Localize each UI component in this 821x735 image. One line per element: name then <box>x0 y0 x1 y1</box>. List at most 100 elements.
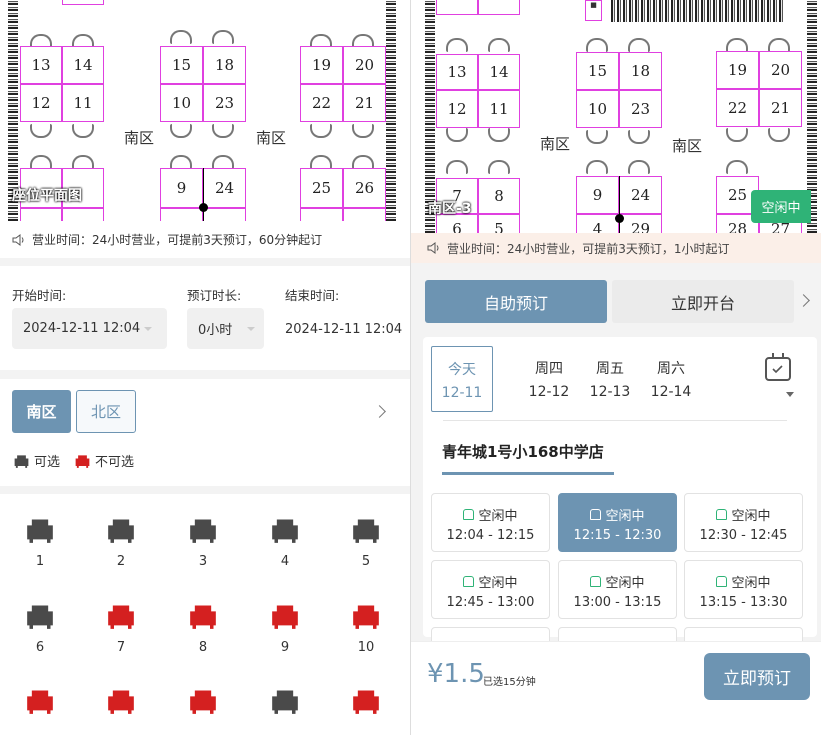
slot-status: 空闲中 <box>478 509 518 524</box>
calendar-icon[interactable] <box>765 353 791 381</box>
seat-9: 9 <box>265 602 305 682</box>
slot-status: 空闲中 <box>731 576 771 591</box>
zone-label-south: 南区 <box>124 129 155 147</box>
divider <box>443 420 787 421</box>
zone-tab-south[interactable]: 南区 <box>12 390 71 433</box>
seat-grid: 1 2 3 4 5 6 7 8 9 10 <box>0 494 410 735</box>
day-date: 12-13 <box>589 384 631 400</box>
status-badge: 空闲中 <box>751 190 811 223</box>
right-panel: ■ 13 14 12 11 15 18 10 23 19 20 22 21 南区… <box>410 0 821 735</box>
time-slot[interactable]: 空闲中 12:30 - 12:45 <box>684 493 803 552</box>
legend-available: 可选 <box>14 451 60 470</box>
book-now-button[interactable]: 立即预订 <box>704 653 810 700</box>
table-10: 10 <box>576 90 619 128</box>
seat-13 <box>183 687 223 735</box>
seat-number: 9 <box>280 640 290 655</box>
floorplan-caption: 座位平面图 <box>12 188 82 204</box>
position-marker <box>199 203 208 212</box>
start-time-picker[interactable]: 2024-12-11 12:04 <box>12 308 167 349</box>
day-tab[interactable]: 周六 12-14 <box>640 346 702 412</box>
self-booking-tab[interactable]: 自助预订 <box>425 280 607 323</box>
seat-unavailable-icon <box>353 690 379 714</box>
day-weekday: 今天 <box>448 362 476 378</box>
business-hours-notice: 营业时间：24小时营业，可提前3天预订，60分钟起订 <box>0 221 410 258</box>
caret-down-icon[interactable] <box>786 392 794 397</box>
seat-5[interactable]: 5 <box>346 516 386 596</box>
seat-unavailable-icon <box>108 690 134 714</box>
position-marker-line <box>203 168 204 221</box>
floorplan-caption: 南区-3 <box>428 201 472 217</box>
slot-time: 12:45 - 13:00 <box>446 595 535 610</box>
seat-available-icon <box>27 605 53 629</box>
duration-value: 0小时 <box>198 323 233 338</box>
time-slot[interactable]: 空闲中 13:15 - 13:30 <box>684 560 803 619</box>
home-icon <box>463 576 475 587</box>
table-10: 10 <box>160 84 203 122</box>
seat-7: 7 <box>101 602 141 682</box>
end-time-value: 2024-12-11 12:04 <box>285 322 403 337</box>
table-13: 13 <box>20 46 62 84</box>
wall-top <box>611 0 783 22</box>
table-19: 19 <box>300 46 343 84</box>
day-tab[interactable]: 周五 12-13 <box>579 346 641 412</box>
seat-6[interactable]: 6 <box>20 602 60 682</box>
day-weekday: 周五 <box>596 361 624 377</box>
selected-duration-note: 已选15分钟 <box>483 677 536 688</box>
day-weekday: 周六 <box>657 361 685 377</box>
slot-time: 12:04 - 12:15 <box>446 528 535 543</box>
zone-tab-north[interactable]: 北区 <box>76 390 136 433</box>
zone-label-south: 南区 <box>672 137 703 155</box>
seat-unavailable-icon <box>190 690 216 714</box>
day-tab[interactable]: 今天 12-11 <box>431 346 493 412</box>
day-tab[interactable]: 周四 12-12 <box>518 346 580 412</box>
time-slot[interactable]: 空闲中 12:45 - 13:00 <box>431 560 550 619</box>
side-table: ■ <box>585 0 602 21</box>
time-slot[interactable]: 空闲中 12:15 - 12:30 <box>558 493 677 552</box>
table-11: 11 <box>478 90 520 128</box>
end-time-label: 结束时间: <box>285 288 340 303</box>
duration-picker[interactable]: 0小时 <box>187 308 264 349</box>
legend-unavailable-label: 不可选 <box>95 455 135 470</box>
table-8: 8 <box>478 178 520 214</box>
price: ¥1.5 <box>427 659 485 689</box>
seat-available-icon <box>14 454 29 468</box>
table-19: 19 <box>716 51 759 89</box>
seat-12 <box>101 687 141 735</box>
open-table-now-tab[interactable]: 立即开台 <box>612 280 794 323</box>
day-date: 12-11 <box>441 385 483 401</box>
speaker-icon <box>12 233 26 246</box>
seat-unavailable-icon <box>272 605 298 629</box>
seat-3[interactable]: 3 <box>183 516 223 596</box>
home-icon <box>716 509 728 520</box>
chevron-right-icon[interactable] <box>373 405 386 418</box>
time-slot[interactable]: 空闲中 12:04 - 12:15 <box>431 493 550 552</box>
seat-2[interactable]: 2 <box>101 516 141 596</box>
seat-available-icon <box>27 519 53 543</box>
day-weekday: 周四 <box>535 361 563 377</box>
table-22: 22 <box>300 84 343 122</box>
table-24: 24 <box>203 168 246 208</box>
table-4: 4 <box>576 214 619 233</box>
time-slot[interactable]: 空闲中 13:00 - 13:15 <box>558 560 677 619</box>
seat-unavailable-icon <box>190 605 216 629</box>
seat-available-icon <box>272 690 298 714</box>
seat-number: 4 <box>280 554 290 569</box>
floorplan-image[interactable]: 13 14 12 11 15 18 10 23 19 20 22 21 南区 南… <box>0 0 410 221</box>
seat-unavailable-icon <box>75 454 90 468</box>
table-18: 18 <box>203 46 246 84</box>
seat-available-icon <box>108 519 134 543</box>
slot-time: 12:15 - 12:30 <box>573 528 662 543</box>
chevron-right-icon[interactable] <box>797 294 810 307</box>
seat-4[interactable]: 4 <box>265 516 305 596</box>
seat-14[interactable] <box>265 687 305 735</box>
store-name: 青年城1号小168中学店 <box>442 443 604 461</box>
seat-number: 7 <box>116 640 126 655</box>
caret-down-icon <box>144 327 152 331</box>
slot-time: 13:15 - 13:30 <box>699 595 788 610</box>
seat-1[interactable]: 1 <box>20 516 60 596</box>
store-underline <box>442 472 614 475</box>
home-icon <box>590 576 602 587</box>
seat-number: 3 <box>198 554 208 569</box>
table-26: 26 <box>343 168 386 208</box>
booking-footer: ¥1.5 已选15分钟 立即预订 <box>411 641 821 735</box>
